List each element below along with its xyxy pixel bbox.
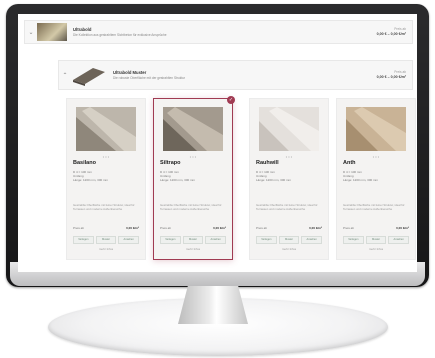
chevron-up-icon[interactable]: ⌃: [59, 72, 71, 79]
option-button-verlegen[interactable]: Verlegen: [343, 236, 364, 244]
product-name: Rauhwill: [256, 160, 279, 166]
product-image: [163, 107, 223, 151]
product-description: Gestrahlte Oberfläche mit feiner Struktu…: [256, 203, 318, 211]
option-button-verlegen[interactable]: Verlegen: [256, 236, 277, 244]
row-subtitle: Die Kollektion aus gestrahltem Sichtbeto…: [73, 32, 167, 37]
more-info-link[interactable]: mehr Infos: [337, 247, 415, 251]
option-button-muster[interactable]: Muster: [182, 236, 204, 244]
product-price: Preis ab 0,00 €/m²: [160, 226, 226, 230]
product-meta: D 4 = 100 mm Umfang Länge: 1200 mm, 300 mm: [256, 170, 292, 183]
product-description: Gestrahlte Oberfläche mit feiner Struktu…: [160, 203, 222, 211]
option-button-ansehen[interactable]: Ansehen: [118, 236, 140, 244]
product-image: [76, 107, 136, 151]
option-button-ansehen[interactable]: Ansehen: [205, 236, 227, 244]
option-button-ansehen[interactable]: Ansehen: [388, 236, 410, 244]
more-info-link[interactable]: mehr Infos: [250, 247, 328, 251]
product-image: [346, 107, 406, 151]
more-info-link[interactable]: mehr Infos: [154, 247, 232, 251]
product-price: Preis ab 0,00 €/m²: [256, 226, 322, 230]
option-button-muster[interactable]: Muster: [278, 236, 300, 244]
product-name: Siltrapo: [160, 160, 181, 166]
option-button-muster[interactable]: Muster: [365, 236, 387, 244]
product-thumbnail: [71, 64, 107, 86]
product-name: Basilano: [73, 160, 96, 166]
product-price: Preis ab 0,00 €/m²: [343, 226, 409, 230]
product-meta: D 4 = 100 mm Umfang Länge: 1200 mm, 300 mm: [343, 170, 379, 183]
monitor-screen: ⌄ Ultrabold Die Kollektion aus gestrahlt…: [18, 14, 417, 272]
product-card-siltrapo[interactable]: ✓ • • • Siltrapo D 4 = 100 mm Umfang Länge…: [153, 96, 235, 260]
selected-check-icon: ✓: [227, 96, 235, 104]
product-name: Anth: [343, 160, 356, 166]
more-info-link[interactable]: mehr Infos: [67, 247, 145, 251]
option-button-ansehen[interactable]: Ansehen: [301, 236, 323, 244]
product-meta: D 4 = 100 mm Umfang Länge: 1200 mm, 300 mm: [73, 170, 109, 183]
carousel-dots[interactable]: • • •: [154, 154, 232, 159]
row-subtitle: Die robuste Oberfläche mit der gestrahlt…: [113, 75, 186, 80]
product-price: Preis ab 0,00 €/m²: [73, 226, 139, 230]
product-description: Gestrahlte Oberfläche mit feiner Struktu…: [343, 203, 405, 211]
product-thumbnail: [37, 23, 67, 41]
option-button-verlegen[interactable]: Verlegen: [73, 236, 94, 244]
product-meta: D 4 = 100 mm Umfang Länge: 1200 mm, 300 mm: [160, 170, 196, 183]
row-price-value: 0,00 € – 0,00 €/m²: [376, 32, 406, 36]
product-row-ultrabold-muster[interactable]: ⌃ Ultrabold Muster Die robuste Oberfläch…: [58, 60, 413, 90]
chevron-down-icon[interactable]: ⌄: [25, 29, 37, 36]
carousel-dots[interactable]: • • •: [67, 154, 145, 159]
monitor-stand-neck: [178, 286, 248, 324]
product-description: Gestrahlte Oberfläche mit feiner Struktu…: [73, 203, 135, 211]
option-button-verlegen[interactable]: Verlegen: [160, 236, 181, 244]
row-price-value: 0,00 € – 0,00 €/m²: [376, 75, 406, 79]
carousel-dots[interactable]: • • •: [250, 154, 328, 159]
product-card-grid: • • • Basilano D 4 = 100 mm Umfang Länge: …: [66, 96, 417, 268]
product-card-rauhwill[interactable]: • • • Rauhwill D 4 = 100 mm Umfang Länge: …: [249, 98, 329, 260]
product-image: [259, 107, 319, 151]
product-card-anth[interactable]: • • • Anth D 4 = 100 mm Umfang Länge: 1200…: [336, 98, 416, 260]
product-row-ultrabold[interactable]: ⌄ Ultrabold Die Kollektion aus gestrahlt…: [24, 20, 413, 44]
option-button-muster[interactable]: Muster: [95, 236, 117, 244]
product-card-basilano[interactable]: • • • Basilano D 4 = 100 mm Umfang Länge: …: [66, 98, 146, 260]
carousel-dots[interactable]: • • •: [337, 154, 415, 159]
